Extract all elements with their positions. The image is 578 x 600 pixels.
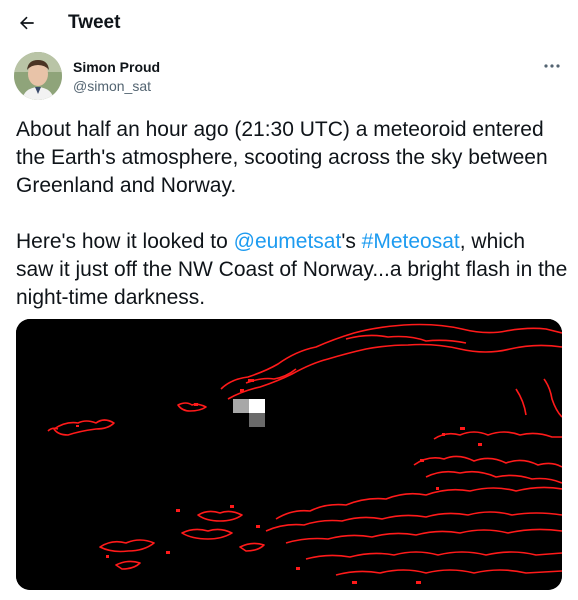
arrow-left-icon [20,16,34,30]
mention-link[interactable]: @eumetsat [234,230,342,253]
tweet-paragraph-1: About half an hour ago (21:30 UTC) a met… [16,118,548,197]
author-name[interactable]: Simon Proud [73,58,160,76]
author-handle[interactable]: @simon_sat [73,77,151,95]
satellite-image [16,319,562,590]
avatar[interactable] [14,52,62,100]
tweet-media-image[interactable] [16,319,562,590]
hashtag-link[interactable]: #Meteosat [362,230,460,253]
page-title: Tweet [68,12,121,33]
back-button[interactable] [12,8,42,38]
tweet-text-segment: 's [341,230,362,253]
tweet-paragraph-2: Here's how it looked to @eumetsat's #Met… [16,228,568,312]
tweet-text: About half an hour ago (21:30 UTC) a met… [16,116,568,312]
more-button[interactable] [540,56,564,76]
header-bar: Tweet [0,0,578,48]
ellipsis-icon [544,64,560,68]
tweet-text-segment: Here's how it looked to [16,230,234,253]
user-avatar-icon [14,52,62,100]
